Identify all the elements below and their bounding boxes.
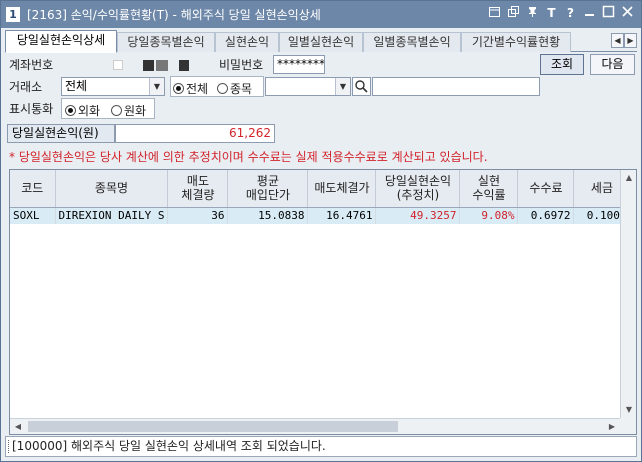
tab-daily-by-stock[interactable]: 당일종목별손익 — [117, 32, 215, 52]
main-window: 1 [2163] 손익/수익률현황(T) - 해외주식 당일 실현손익상세 T … — [0, 0, 642, 462]
font-icon[interactable]: T — [544, 5, 559, 22]
cell-fee[interactable]: 0.6972 — [517, 207, 575, 224]
cell-realized-pnl[interactable]: 49.3257 — [375, 207, 461, 224]
close-icon[interactable] — [620, 5, 635, 22]
scope-stock-label: 종목 — [230, 82, 253, 96]
exchange-label: 거래소 — [9, 80, 43, 94]
window-title: [2163] 손익/수익률현황(T) - 해외주식 당일 실현손익상세 — [27, 8, 321, 22]
stock-name-field[interactable] — [372, 77, 540, 96]
exchange-value: 전체 — [65, 79, 88, 93]
title-icons: T ? — [487, 5, 635, 22]
horizontal-scrollbar[interactable]: ◀ ▶ — [10, 418, 620, 434]
col-header-avg-price[interactable]: 평균 매입단가 — [227, 170, 309, 208]
cell-sell-price[interactable]: 16.4761 — [307, 207, 377, 224]
tab-daily-realized-detail[interactable]: 당일실현손익상세 — [5, 30, 117, 53]
help-icon[interactable]: ? — [563, 5, 578, 22]
results-table: 코드 종목명 매도 체결량 평균 매입단가 매도체결가 당일실현손익 (추정치)… — [10, 170, 631, 224]
tab-bar: 당일실현손익상세 당일종목별손익 실현손익 일별실현손익 일별종목별손익 기간별… — [5, 30, 637, 53]
tab-scroll-left-icon[interactable]: ◀ — [611, 33, 624, 48]
password-field[interactable]: ********* — [273, 55, 325, 74]
horizontal-scroll-thumb[interactable] — [28, 421, 398, 432]
screen-number-badge: 1 — [6, 7, 20, 22]
cell-sell-qty[interactable]: 36 — [167, 207, 229, 224]
cell-code[interactable]: SOXL — [10, 207, 56, 224]
cell-avg-price[interactable]: 15.0838 — [227, 207, 309, 224]
pnl-value-field: 61,262 — [115, 124, 275, 143]
currency-foreign-label: 외화 — [78, 104, 101, 118]
pin-icon[interactable] — [525, 5, 540, 22]
col-header-name[interactable]: 종목명 — [55, 170, 169, 208]
cell-name[interactable]: DIREXION DAILY S — [55, 207, 169, 224]
stock-code-select[interactable]: ▼ — [265, 77, 351, 96]
col-header-realized-pnl[interactable]: 당일실현손익 (추정치) — [375, 170, 461, 208]
scope-all-radio[interactable]: 전체 — [173, 80, 208, 97]
table-header-row: 코드 종목명 매도 체결량 평균 매입단가 매도체결가 당일실현손익 (추정치)… — [10, 170, 631, 208]
content-panel: 계좌번호 비밀번호 ********* 조회 다음 거래소 전체 ▼ 전체 종목… — [5, 53, 637, 435]
chevron-down-icon[interactable]: ▼ — [335, 78, 350, 95]
tab-daily-stock-pnl[interactable]: 일별종목별손익 — [363, 32, 461, 52]
maximize-icon[interactable] — [601, 5, 616, 22]
account-number-field[interactable] — [61, 55, 215, 74]
tab-scroll-arrows: ◀ ▶ — [611, 33, 637, 48]
col-header-sell-qty[interactable]: 매도 체결량 — [167, 170, 229, 208]
tab-scroll-right-icon[interactable]: ▶ — [624, 33, 637, 48]
scroll-right-icon[interactable]: ▶ — [604, 419, 620, 434]
tab-daily-realized[interactable]: 일별실현손익 — [279, 32, 363, 52]
stock-search-button[interactable] — [352, 77, 371, 96]
scroll-left-icon[interactable]: ◀ — [10, 419, 26, 434]
pnl-label-box: 당일실현손익(원) — [7, 124, 115, 143]
currency-foreign-radio[interactable]: 외화 — [65, 102, 100, 119]
radio-unselected-icon — [111, 105, 122, 116]
pnl-label: 당일실현손익(원) — [12, 126, 99, 140]
status-bar: [100000] 해외주식 당일 실현손익 상세내역 조회 되었습니다. — [5, 436, 637, 457]
radio-unselected-icon — [217, 83, 228, 94]
col-header-code[interactable]: 코드 — [10, 170, 56, 208]
tab-period-return[interactable]: 기간별수익률현황 — [461, 32, 571, 52]
currency-krw-label: 원화 — [124, 104, 147, 118]
title-bar[interactable]: 1 [2163] 손익/수익률현황(T) - 해외주식 당일 실현손익상세 T … — [1, 1, 641, 28]
account-label: 계좌번호 — [9, 58, 54, 72]
copy-icon[interactable] — [506, 5, 521, 22]
scroll-up-icon[interactable]: ▲ — [621, 170, 636, 186]
col-header-sell-price[interactable]: 매도체결가 — [307, 170, 377, 208]
grip-icon — [8, 440, 10, 453]
table-row[interactable]: SOXL DIREXION DAILY S 36 15.0838 16.4761… — [10, 207, 631, 224]
col-header-return[interactable]: 실현 수익률 — [459, 170, 519, 208]
status-message: [100000] 해외주식 당일 실현손익 상세내역 조회 되었습니다. — [12, 439, 326, 453]
scope-all-label: 전체 — [186, 82, 209, 96]
radio-selected-icon — [65, 105, 76, 116]
scope-stock-radio[interactable]: 종목 — [217, 80, 252, 97]
restore-icon[interactable] — [487, 5, 502, 22]
next-button[interactable]: 다음 — [590, 54, 635, 75]
currency-krw-radio[interactable]: 원화 — [111, 102, 146, 119]
col-header-fee[interactable]: 수수료 — [517, 170, 575, 208]
radio-selected-icon — [173, 83, 184, 94]
search-icon — [355, 80, 368, 93]
minimize-icon[interactable] — [582, 5, 597, 22]
results-grid: 코드 종목명 매도 체결량 평균 매입단가 매도체결가 당일실현손익 (추정치)… — [9, 169, 637, 435]
cell-return[interactable]: 9.08% — [459, 207, 519, 224]
currency-label: 표시통화 — [9, 102, 54, 116]
scroll-down-icon[interactable]: ▼ — [621, 402, 636, 418]
exchange-select[interactable]: 전체 ▼ — [61, 77, 165, 96]
password-label: 비밀번호 — [219, 58, 264, 72]
notice-text: * 당일실현손익은 당사 계산에 의한 추정치이며 수수료는 실제 적용수수료로… — [9, 150, 488, 164]
vertical-scrollbar[interactable]: ▲ ▼ — [620, 170, 636, 418]
query-button[interactable]: 조회 — [540, 54, 584, 75]
chevron-down-icon[interactable]: ▼ — [149, 78, 164, 95]
tab-realized-pnl[interactable]: 실현손익 — [215, 32, 279, 52]
scroll-corner — [620, 418, 636, 434]
